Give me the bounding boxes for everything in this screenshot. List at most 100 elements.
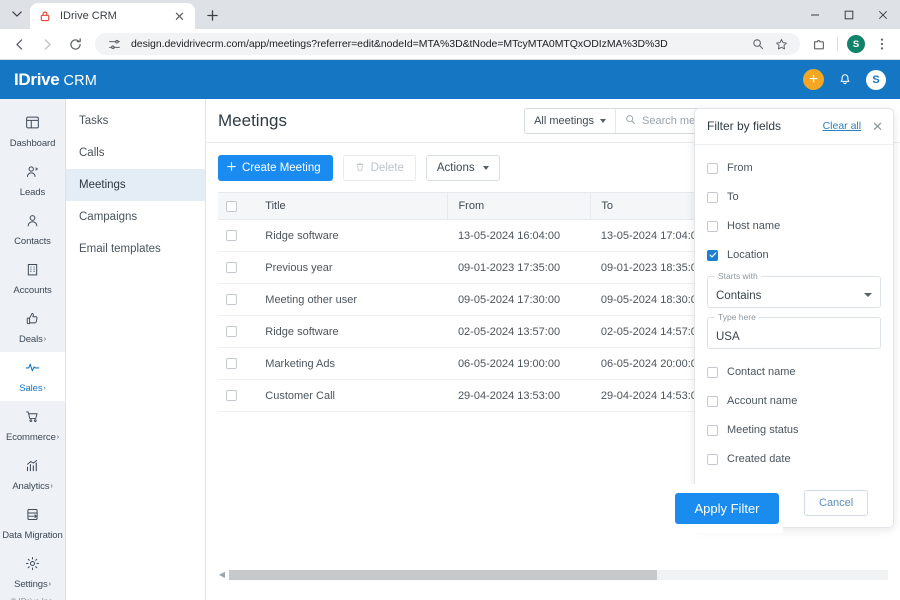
checkbox[interactable] <box>707 424 718 436</box>
cell-title[interactable]: Ridge software <box>255 315 448 348</box>
create-meeting-button[interactable]: Create Meeting <box>218 155 333 181</box>
filter-field-contact-name[interactable]: Contact name <box>707 358 881 387</box>
row-checkbox[interactable] <box>226 358 237 370</box>
row-checkbox[interactable] <box>226 326 237 338</box>
sidebar-item-ecommerce[interactable]: Ecommerce› <box>0 401 65 450</box>
checkbox[interactable] <box>707 395 718 407</box>
brand-logo[interactable]: IDrive CRM <box>14 70 97 90</box>
filter-field-label: Host name <box>727 220 781 233</box>
create-meeting-label: Create Meeting <box>242 162 321 174</box>
sidebar-item-dashboard[interactable]: Dashboard <box>0 107 65 156</box>
tab-search-icon[interactable] <box>4 2 30 26</box>
filter-field-to[interactable]: To <box>707 183 881 212</box>
cell-title[interactable]: Meeting other user <box>255 283 448 316</box>
checkbox[interactable] <box>707 162 718 174</box>
checkbox[interactable] <box>707 191 718 203</box>
user-avatar[interactable]: S <box>866 69 886 90</box>
chevron-right-icon: › <box>48 581 51 588</box>
filter-panel-footer: Apply Filter Cancel <box>671 481 893 533</box>
sidebar-item-deals[interactable]: Deals› <box>0 303 65 352</box>
checkbox[interactable] <box>707 220 718 232</box>
operator-field-value: Contains <box>716 289 762 302</box>
subnav-item-campaigns[interactable]: Campaigns <box>66 201 205 233</box>
location-operator-select[interactable]: Starts with Contains <box>707 270 881 308</box>
sidebar-item-accounts[interactable]: Accounts <box>0 254 65 303</box>
view-selector-dropdown[interactable]: All meetings <box>525 108 616 133</box>
subnav-item-calls[interactable]: Calls <box>66 137 205 169</box>
scroll-left-icon[interactable]: ◀ <box>218 570 226 579</box>
brand-primary: IDrive <box>14 69 60 89</box>
chrome-menu-icon[interactable] <box>870 32 894 56</box>
scrollbar-thumb[interactable] <box>229 569 658 580</box>
cell-from: 09-01-2023 17:35:00 <box>447 251 591 284</box>
settings-icon <box>25 556 40 576</box>
cell-title[interactable]: Customer Call <box>255 379 448 412</box>
cell-from: 02-05-2024 13:57:00 <box>447 315 591 348</box>
quick-add-button[interactable]: + <box>803 69 824 90</box>
filter-field-meeting-status[interactable]: Meeting status <box>707 416 881 445</box>
reload-icon[interactable] <box>62 31 88 57</box>
sidebar-item-label: Analytics› <box>12 481 53 492</box>
forward-icon[interactable] <box>34 31 60 57</box>
close-icon[interactable]: ✕ <box>872 120 883 133</box>
window-controls <box>798 0 900 29</box>
site-settings-icon[interactable] <box>104 34 124 54</box>
row-checkbox[interactable] <box>226 230 237 242</box>
cell-title[interactable]: Previous year <box>255 251 448 284</box>
filter-field-location[interactable]: Location <box>707 241 881 270</box>
checkbox[interactable] <box>707 453 718 465</box>
column-header-title[interactable]: Title <box>255 192 448 220</box>
sidebar-item-data-migration[interactable]: Data Migration <box>0 499 65 548</box>
filter-panel-body: From To Host name Location Starts with C… <box>695 145 893 481</box>
sidebar-item-leads[interactable]: Leads <box>0 156 65 205</box>
select-all-checkbox[interactable] <box>226 200 237 212</box>
sidebar-item-sales[interactable]: Sales› <box>0 352 65 401</box>
notifications-bell-icon[interactable] <box>838 73 852 87</box>
toolbar-right: S <box>807 32 894 56</box>
scrollbar-track[interactable] <box>229 569 888 580</box>
filter-field-created-date[interactable]: Created date <box>707 445 881 474</box>
delete-button[interactable]: Delete <box>342 155 416 181</box>
filter-field-from[interactable]: From <box>707 154 881 183</box>
sidebar-item-analytics[interactable]: Analytics› <box>0 450 65 499</box>
cancel-filter-button[interactable]: Cancel <box>804 490 869 516</box>
app-window: IDrive CRM ✕ design.devidrivecrm.com/app… <box>0 0 900 600</box>
main-content: Meetings All meetings Search meetings Cr… <box>206 99 900 600</box>
filter-field-account-name[interactable]: Account name <box>707 387 881 416</box>
actions-dropdown-button[interactable]: Actions <box>425 155 500 181</box>
minimize-button[interactable] <box>798 0 832 29</box>
horizontal-scrollbar[interactable]: ◀ <box>218 569 888 580</box>
subnav-item-meetings[interactable]: Meetings <box>66 169 205 201</box>
browser-profile-avatar[interactable]: S <box>844 32 868 56</box>
bookmark-star-icon[interactable] <box>771 34 791 54</box>
row-checkbox[interactable] <box>226 262 237 274</box>
new-tab-button[interactable] <box>199 2 225 28</box>
close-icon[interactable]: ✕ <box>172 9 187 24</box>
apply-filter-button[interactable]: Apply Filter <box>675 493 779 524</box>
sidebar-item-contacts[interactable]: Contacts <box>0 205 65 254</box>
browser-tab[interactable]: IDrive CRM ✕ <box>30 3 195 29</box>
column-header-from[interactable]: From <box>447 192 591 220</box>
back-icon[interactable] <box>6 31 32 57</box>
sales-icon <box>25 360 40 380</box>
cell-title[interactable]: Ridge software <box>255 219 448 252</box>
search-icon[interactable] <box>748 34 768 54</box>
row-checkbox[interactable] <box>226 390 237 402</box>
subnav-item-email-templates[interactable]: Email templates <box>66 233 205 265</box>
checkbox[interactable] <box>707 366 718 378</box>
maximize-button[interactable] <box>832 0 866 29</box>
cell-title[interactable]: Marketing Ads <box>255 347 448 380</box>
subnav-item-tasks[interactable]: Tasks <box>66 105 205 137</box>
sidebar-item-settings[interactable]: Settings› <box>0 548 65 597</box>
clear-all-link[interactable]: Clear all <box>823 120 862 132</box>
chevron-right-icon: › <box>56 434 59 441</box>
checkbox-checked[interactable] <box>707 249 718 261</box>
address-bar[interactable]: design.devidrivecrm.com/app/meetings?ref… <box>95 33 800 55</box>
filter-field-host-name[interactable]: Host name <box>707 212 881 241</box>
close-window-button[interactable] <box>866 0 900 29</box>
chevron-down-icon <box>600 118 606 123</box>
location-value-input[interactable]: Type here USA <box>707 311 881 349</box>
row-checkbox[interactable] <box>226 294 237 306</box>
extensions-icon[interactable] <box>807 32 831 56</box>
filter-field-label: Meeting status <box>727 424 799 437</box>
